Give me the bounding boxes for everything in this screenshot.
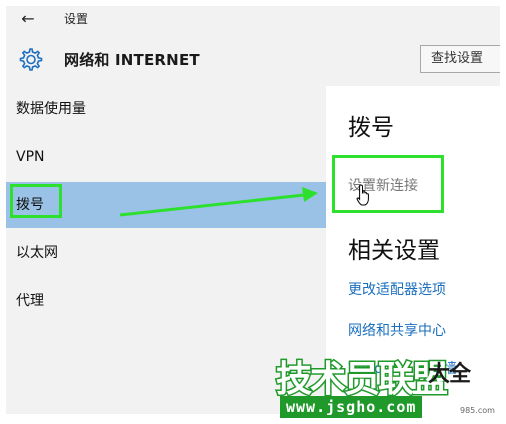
watermark-main-text: 技术员联盟: [274, 358, 449, 402]
watermark: 技术员联盟 大全 www.jsgho.com 985.com: [274, 350, 506, 424]
watermark-url: www.jsgho.com: [280, 396, 423, 418]
hand-pointer-icon: [356, 184, 369, 206]
watermark-url-side: 985.com: [460, 406, 495, 415]
watermark-side-text: 大全: [428, 362, 471, 387]
